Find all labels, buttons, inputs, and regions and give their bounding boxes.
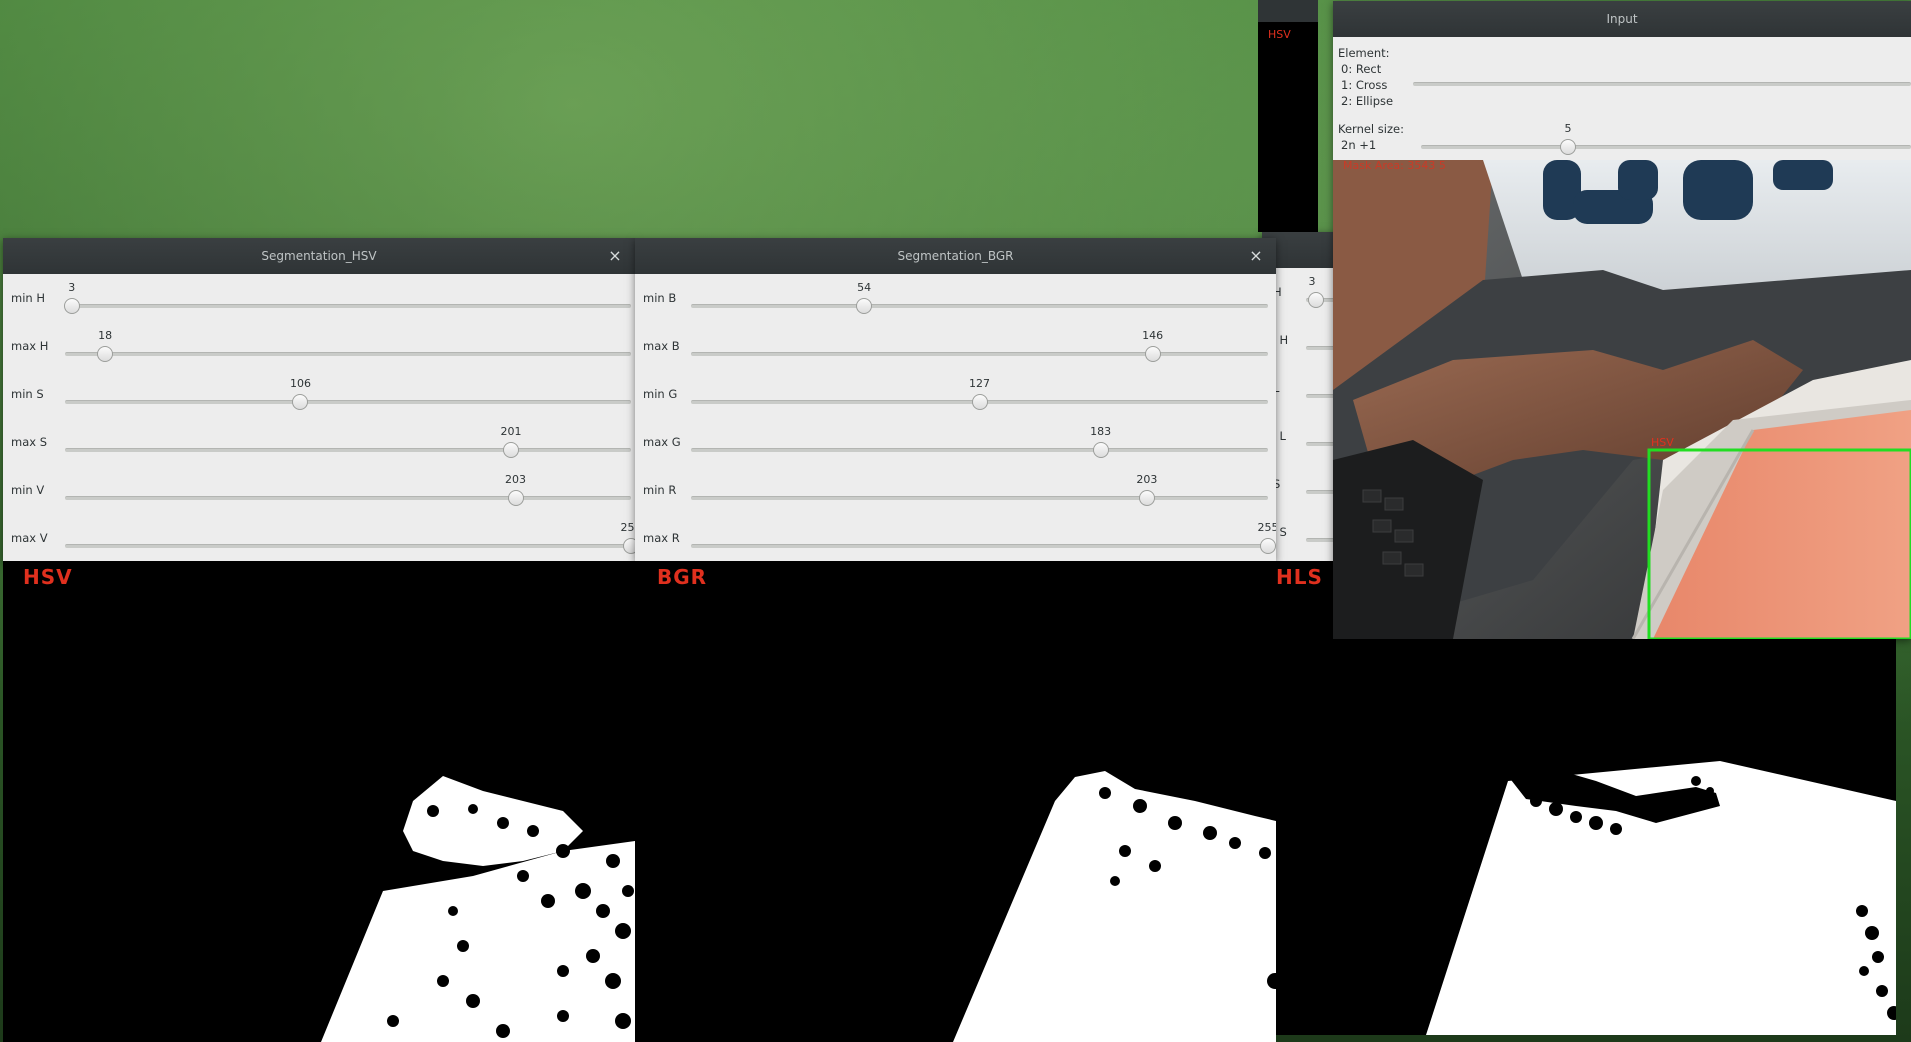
trackbar-thumb[interactable] [292, 394, 309, 410]
trackbar-label: min G [643, 387, 678, 401]
trackbar-label: max S [11, 435, 48, 449]
hsv-preview-label: HSV [1268, 28, 1291, 41]
trackbar-label: max V [11, 531, 48, 545]
trackbar-thumb[interactable] [503, 442, 519, 458]
trackbar-thumb[interactable] [63, 298, 80, 314]
camera-image [1333, 160, 1911, 639]
trackbar-row: min S 106 [3, 370, 635, 418]
bgr-titlebar[interactable]: Segmentation_BGR × [635, 238, 1276, 274]
trackbar-label: min V [11, 483, 45, 497]
trackbar-row: min H 3 [3, 274, 635, 322]
trackbar-thumb[interactable] [1144, 346, 1161, 362]
element-slider[interactable] [1413, 82, 1911, 86]
trackbar-thumb[interactable] [97, 346, 114, 362]
trackbar-slider[interactable]: 255 [691, 521, 1276, 554]
trackbar-thumb[interactable] [623, 538, 635, 554]
camera-overlay-text: Mask Area: 3543 5 [1343, 160, 1446, 172]
trackbar-value: 18 [98, 329, 113, 342]
hsv-mask-image [321, 776, 635, 1042]
trackbar-value: 183 [1090, 425, 1112, 438]
trackbar-label: min R [643, 483, 677, 497]
bgr-close-button[interactable]: × [1246, 238, 1266, 274]
hls-trackbar-value: 3 [1308, 275, 1316, 288]
element-option-ellipse: 2: Ellipse [1341, 94, 1394, 108]
trackbar-thumb[interactable] [1138, 490, 1155, 506]
kernel-size-thumb[interactable] [1560, 139, 1576, 155]
kernel-size-slider[interactable]: 5 [1421, 122, 1911, 155]
trackbar-label: max R [643, 531, 680, 545]
trackbar-label: min S [11, 387, 44, 401]
bgr-window-title: Segmentation_BGR [897, 249, 1014, 263]
trackbar-label: max H [11, 339, 49, 353]
trackbar-slider[interactable]: 54 [691, 281, 1268, 314]
trackbar-value: 201 [500, 425, 522, 438]
hsv-mask-panel: HSV [3, 561, 635, 1042]
input-window[interactable]: Input Element: 0: Rect 1: Cross 2: Ellip… [1333, 1, 1911, 639]
bgr-mask-panel: BGR [635, 561, 1276, 1042]
trackbar-thumb[interactable] [971, 394, 988, 410]
trackbar-value: 146 [1142, 329, 1164, 342]
trackbar-value: 255 [1257, 521, 1277, 534]
trackbar-label: max G [643, 435, 681, 449]
trackbar-slider[interactable]: 183 [691, 425, 1268, 458]
trackbar-slider[interactable]: 203 [65, 473, 631, 506]
trackbar-row: min B 54 [635, 274, 1276, 322]
trackbar-row: min V 203 [3, 466, 635, 514]
trackbar-value: 203 [505, 473, 527, 486]
trackbar-thumb[interactable] [1092, 442, 1109, 458]
hsv-titlebar[interactable]: Segmentation_HSV × [3, 238, 635, 274]
input-window-title: Input [1606, 12, 1638, 26]
trackbar-slider[interactable]: 3 [63, 281, 631, 314]
trackbar-slider[interactable]: 127 [691, 377, 1268, 410]
input-titlebar[interactable]: Input [1333, 1, 1911, 37]
trackbar-label: min B [643, 291, 677, 305]
element-option-cross: 1: Cross [1341, 78, 1388, 92]
trackbar-value: 127 [969, 377, 990, 390]
kernel-sub-label: 2n +1 [1341, 138, 1377, 152]
trackbar-label: min H [11, 291, 45, 305]
detection-label: HSV [1651, 436, 1674, 449]
kernel-section: Kernel size: 2n +1 [1338, 121, 1404, 153]
trackbar-row: max R 255 [635, 514, 1276, 562]
trackbar-row: min R 203 [635, 466, 1276, 514]
trackbar-row: min G 127 [635, 370, 1276, 418]
element-option-rect: 0: Rect [1341, 62, 1382, 76]
hsv-window-title: Segmentation_HSV [261, 249, 377, 263]
trackbar-row: max G 183 [635, 418, 1276, 466]
bgr-mask-image [953, 771, 1276, 1042]
trackbar-slider[interactable]: 203 [691, 473, 1268, 506]
trackbar-value: 106 [289, 377, 311, 390]
trackbar-value: 54 [857, 281, 872, 294]
hsv-preview-window[interactable]: HSV [1258, 0, 1318, 232]
trackbar-label: max B [643, 339, 680, 353]
trackbar-thumb[interactable] [856, 298, 873, 314]
trackbar-row: max H 18 [3, 322, 635, 370]
trackbar-value: 203 [1136, 473, 1158, 486]
trackbar-row: max B 146 [635, 322, 1276, 370]
element-section: Element: 0: Rect 1: Cross 2: Ellipse [1338, 45, 1393, 109]
segmentation-hsv-window[interactable]: Segmentation_HSV × min H 3 max H 18 min S 106… [3, 238, 635, 562]
trackbar-slider[interactable]: 18 [65, 329, 631, 362]
hsv-close-button[interactable]: × [605, 238, 625, 274]
trackbar-row: max V 255 [3, 514, 635, 562]
kernel-label: Kernel size: [1338, 122, 1404, 136]
trackbar-row: max S 201 [3, 418, 635, 466]
trackbar-slider[interactable]: 106 [65, 377, 631, 410]
trackbar-slider[interactable]: 255 [65, 521, 635, 554]
trackbar-value: 3 [68, 281, 76, 294]
trackbar-thumb[interactable] [507, 490, 524, 506]
trackbar-slider[interactable]: 201 [65, 425, 631, 458]
hls-trackbar-thumb[interactable] [1308, 292, 1324, 308]
trackbar-value: 255 [620, 521, 636, 534]
camera-view: Mask Area: 3543 5 HSV [1333, 160, 1911, 639]
trackbar-thumb[interactable] [1260, 538, 1276, 554]
element-label: Element: [1338, 46, 1390, 60]
segmentation-bgr-window[interactable]: Segmentation_BGR × min B 54 max B 146 min G 1… [635, 238, 1276, 562]
kernel-size-value: 5 [1564, 122, 1572, 135]
trackbar-slider[interactable]: 146 [691, 329, 1268, 362]
